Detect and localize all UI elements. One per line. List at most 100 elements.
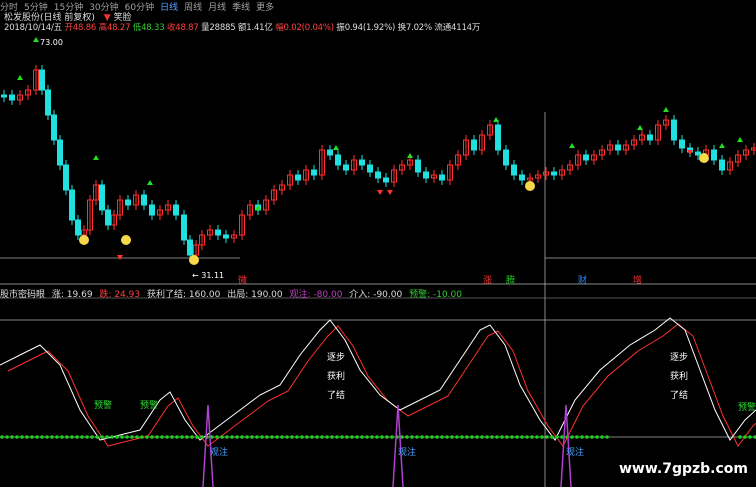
signal-dot — [480, 435, 484, 439]
up-arrow-icon — [407, 153, 413, 158]
signal-dot — [275, 435, 279, 439]
signal-dot — [250, 435, 254, 439]
spike-mark — [392, 404, 404, 487]
smiley-icon — [189, 255, 199, 265]
signal-dot — [235, 435, 239, 439]
smiley-icon — [525, 181, 535, 191]
up-arrow-icon — [569, 143, 575, 148]
signal-dot — [260, 435, 264, 439]
candle-body — [375, 171, 381, 179]
candle-body — [223, 234, 229, 239]
signal-dot — [285, 435, 289, 439]
signal-dot — [185, 435, 189, 439]
signal-dot — [70, 435, 74, 439]
kline-chart[interactable]: 预警 预警 预警观注 观注 观注 逐步获利了结 逐步获利了结 73.00 ← 31.11 微 涨 腾… — [0, 0, 756, 487]
signal-dot — [385, 435, 389, 439]
signal-dot — [35, 435, 39, 439]
signal-dot — [748, 435, 752, 439]
candle-body — [695, 151, 701, 156]
candle-body — [45, 89, 51, 116]
up-arrow-icon — [147, 180, 153, 185]
signal-dot — [10, 435, 14, 439]
watermark: www.7gpzb.com — [618, 461, 748, 477]
signal-dot — [55, 435, 59, 439]
candle-body — [99, 184, 105, 211]
signal-dot — [165, 435, 169, 439]
candle-body — [439, 174, 445, 181]
signal-dot — [265, 435, 269, 439]
signal-label: 财 — [578, 274, 587, 286]
signal-dot — [105, 435, 109, 439]
profit-label: 逐步 — [327, 352, 345, 363]
candle-body — [173, 204, 179, 216]
candle-body — [149, 204, 155, 216]
signal-dot — [455, 435, 459, 439]
candle-body — [711, 149, 717, 161]
signal-dot — [125, 435, 129, 439]
candle-body — [327, 149, 333, 156]
signal-dot — [545, 435, 549, 439]
signal-dot — [520, 435, 524, 439]
signal-dot — [370, 435, 374, 439]
signal-dot — [465, 435, 469, 439]
indicator-v2: 跌: 24.93 — [99, 290, 141, 300]
signal-dot — [50, 435, 54, 439]
indicator-v5: 观注: -80.00 — [289, 290, 343, 300]
signal-dot — [375, 435, 379, 439]
indicator-v6: 介入: -90.00 — [349, 290, 403, 300]
up-arrow-icon — [719, 143, 725, 148]
signal-dot — [555, 435, 559, 439]
signal-dot — [525, 435, 529, 439]
candle-body — [359, 159, 365, 166]
signal-dot — [290, 435, 294, 439]
indicator-v1: 涨: 19.69 — [51, 290, 93, 300]
signal-dot — [130, 435, 134, 439]
candle-body — [39, 69, 45, 91]
signal-dot — [280, 435, 284, 439]
signal-dot — [310, 435, 314, 439]
candle-body — [63, 164, 69, 191]
candle-body — [51, 114, 57, 141]
up-arrow-icon — [333, 145, 339, 150]
candle-body — [671, 119, 677, 141]
signal-dot — [215, 435, 219, 439]
candle-body — [511, 164, 517, 176]
signal-dot — [225, 435, 229, 439]
signal-dot — [115, 435, 119, 439]
profit-label: 获利 — [670, 370, 688, 382]
candle-body — [583, 154, 589, 161]
candle-body — [519, 174, 525, 181]
signal-dot — [60, 435, 64, 439]
candle-body — [679, 139, 685, 149]
indicator-name: 股市密码眼 — [0, 290, 46, 300]
candle-body — [719, 159, 725, 171]
signal-dot — [315, 435, 319, 439]
candle-body — [383, 177, 389, 183]
signal-dot — [535, 435, 539, 439]
signal-dot — [65, 435, 69, 439]
candle-body — [295, 174, 301, 181]
warn-label: 预警 — [738, 401, 756, 413]
signal-dot — [540, 435, 544, 439]
up-arrow-icon — [663, 107, 669, 112]
signal-dot — [360, 435, 364, 439]
signal-dot — [550, 435, 554, 439]
candle-body — [187, 239, 193, 256]
signal-dot — [80, 435, 84, 439]
candle-body — [1, 94, 7, 98]
signal-dot — [355, 435, 359, 439]
signal-dot — [135, 435, 139, 439]
candle-body — [215, 229, 221, 236]
candle-body — [75, 219, 81, 236]
signal-dot — [340, 435, 344, 439]
signal-dot — [380, 435, 384, 439]
candle-body — [311, 169, 317, 176]
signal-dot — [490, 435, 494, 439]
warn-label: 预警 — [140, 399, 158, 411]
candle-body — [495, 124, 501, 151]
signal-dot — [605, 435, 609, 439]
signal-dot — [475, 435, 479, 439]
price-high-label: 73.00 — [40, 38, 63, 47]
candle-body — [415, 159, 421, 173]
candle-body — [69, 189, 75, 221]
